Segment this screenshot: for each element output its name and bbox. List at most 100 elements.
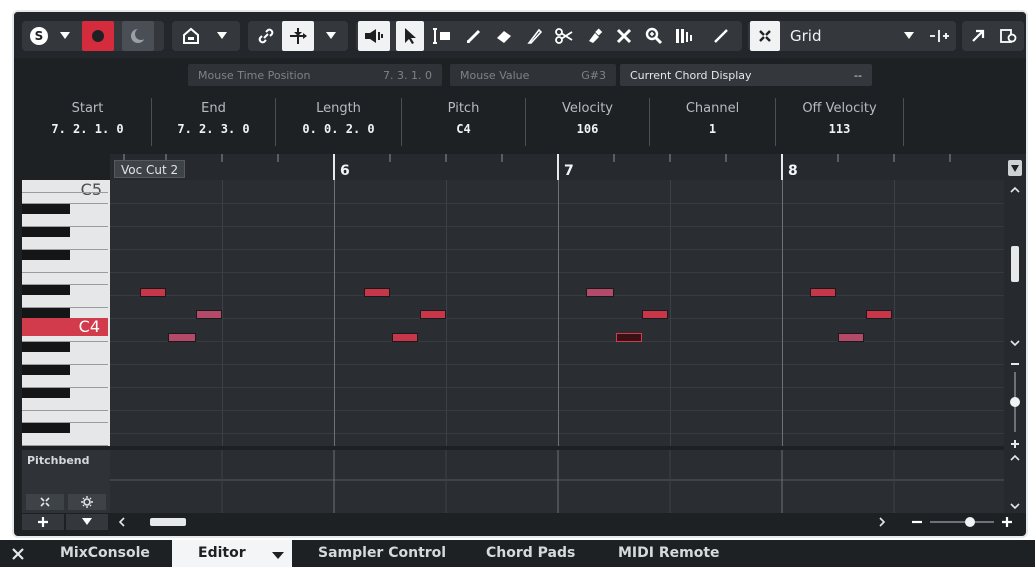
midi-note[interactable] [838,333,864,342]
tab-chord-pads[interactable]: Chord Pads [486,540,575,567]
info-channel-value[interactable]: 1 [650,122,775,136]
midi-note[interactable] [420,310,446,319]
black-key[interactable] [22,307,70,318]
midi-note[interactable] [140,288,166,297]
horizontal-zoom-slider[interactable] [908,514,1020,530]
link-button[interactable] [252,21,280,51]
black-key[interactable] [22,342,70,352]
grid-row-line [110,203,1004,204]
black-key[interactable] [22,204,70,214]
moon-icon [131,28,146,43]
beat-line [670,180,671,446]
black-key[interactable] [22,227,70,237]
window-settings-button[interactable] [994,21,1022,51]
erase-tool[interactable] [490,21,518,51]
split-tool[interactable] [550,21,578,51]
controller-lane-name[interactable]: Pitchbend [27,454,89,467]
grid-row-line [110,295,1004,296]
controller-lane-display[interactable] [110,450,1004,513]
tab-editor[interactable]: Editor [172,540,292,567]
inspector-dropdown[interactable] [208,21,236,51]
ruler[interactable]: 6 7 8 [110,154,1004,180]
inspector-button[interactable] [176,21,206,51]
horizontal-scrollbar[interactable] [110,514,894,530]
black-key[interactable] [22,284,70,295]
chord-label: Current Chord Display [630,68,752,82]
mute-tool[interactable] [610,21,638,51]
black-key[interactable] [22,388,70,398]
acoustic-feedback-button[interactable] [358,21,390,51]
info-off-velocity-label: Off Velocity [802,101,877,116]
open-window-button[interactable] [964,21,992,51]
tab-midi-remote[interactable]: MIDI Remote [618,540,720,567]
note-display[interactable] [110,180,1004,446]
dropdown-icon[interactable] [272,552,284,560]
tab-mixconsole[interactable]: MixConsole [60,540,150,567]
midi-note[interactable] [642,310,668,319]
snap-insert-button[interactable] [926,21,954,51]
key-label-c4[interactable]: C4 [22,318,108,336]
info-off-velocity[interactable]: Off Velocity 113 [776,98,904,146]
info-end-value[interactable]: 7. 2. 3. 0 [152,122,275,136]
info-velocity-value[interactable]: 106 [526,122,649,136]
black-key[interactable] [22,250,70,260]
info-length[interactable]: Length 0. 0. 2. 0 [276,98,402,146]
info-pitch[interactable]: Pitch C4 [402,98,526,146]
controller-lane-header: Pitchbend [22,450,110,513]
black-key[interactable] [22,422,70,433]
horizontal-scroll-thumb[interactable] [150,518,186,526]
record-button[interactable] [82,21,114,51]
vertical-scrollbar[interactable] [1008,184,1022,348]
black-key[interactable] [22,365,70,375]
solo-dropdown[interactable] [54,21,76,51]
beat-line [222,180,223,446]
lane-presets-button[interactable] [66,514,108,530]
controller-snap-button[interactable] [26,494,64,510]
zoom-tool[interactable] [640,21,668,51]
controller-settings-button[interactable] [68,494,106,510]
zoom-menu-button[interactable] [1008,160,1022,176]
trim-tool[interactable] [520,21,548,51]
night-mode-button[interactable] [122,21,154,51]
midi-note[interactable] [196,310,222,319]
close-lower-zone-button[interactable] [10,546,26,562]
auto-scroll-button[interactable] [282,21,314,51]
info-start-value[interactable]: 7. 2. 1. 0 [24,122,151,136]
vertical-scroll-thumb[interactable] [1011,246,1019,282]
info-pitch-value[interactable]: C4 [402,122,525,136]
midi-note[interactable] [810,288,836,297]
snap-type-select[interactable]: Grid [782,21,924,51]
trim-icon [527,28,543,44]
beat-line [894,180,895,446]
midi-note[interactable] [364,288,390,297]
piano-keyboard[interactable]: C5 C4 [22,180,110,446]
vertical-zoom-slider[interactable] [1008,360,1022,448]
info-velocity[interactable]: Velocity 106 [526,98,650,146]
midi-note[interactable] [586,288,614,297]
midi-note[interactable] [168,333,196,342]
range-selection-tool[interactable] [428,21,456,51]
info-start[interactable]: Start 7. 2. 1. 0 [24,98,152,146]
draw-tool[interactable] [460,21,488,51]
snap-toggle-button[interactable] [750,21,780,51]
midi-note[interactable] [616,333,642,342]
auto-scroll-icon [290,28,307,44]
info-end[interactable]: End 7. 2. 3. 0 [152,98,276,146]
glue-tool[interactable] [580,21,608,51]
grid-row-line [110,364,1004,365]
line-tool[interactable] [706,21,736,51]
midi-note[interactable] [866,310,892,319]
tab-sampler-control[interactable]: Sampler Control [318,540,446,567]
white-key-divider [22,410,108,412]
midi-note[interactable] [392,333,418,342]
solo-button[interactable]: S [26,21,52,51]
auto-scroll-dropdown[interactable] [318,21,344,51]
eraser-icon [497,31,511,43]
quantize-tool[interactable] [670,21,700,51]
controller-scrollbar[interactable] [1004,450,1026,513]
info-length-value[interactable]: 0. 0. 2. 0 [276,122,401,136]
add-lane-button[interactable] [22,514,64,530]
info-off-velocity-value[interactable]: 113 [776,122,903,136]
object-selection-tool[interactable] [396,21,424,51]
info-channel[interactable]: Channel 1 [650,98,776,146]
